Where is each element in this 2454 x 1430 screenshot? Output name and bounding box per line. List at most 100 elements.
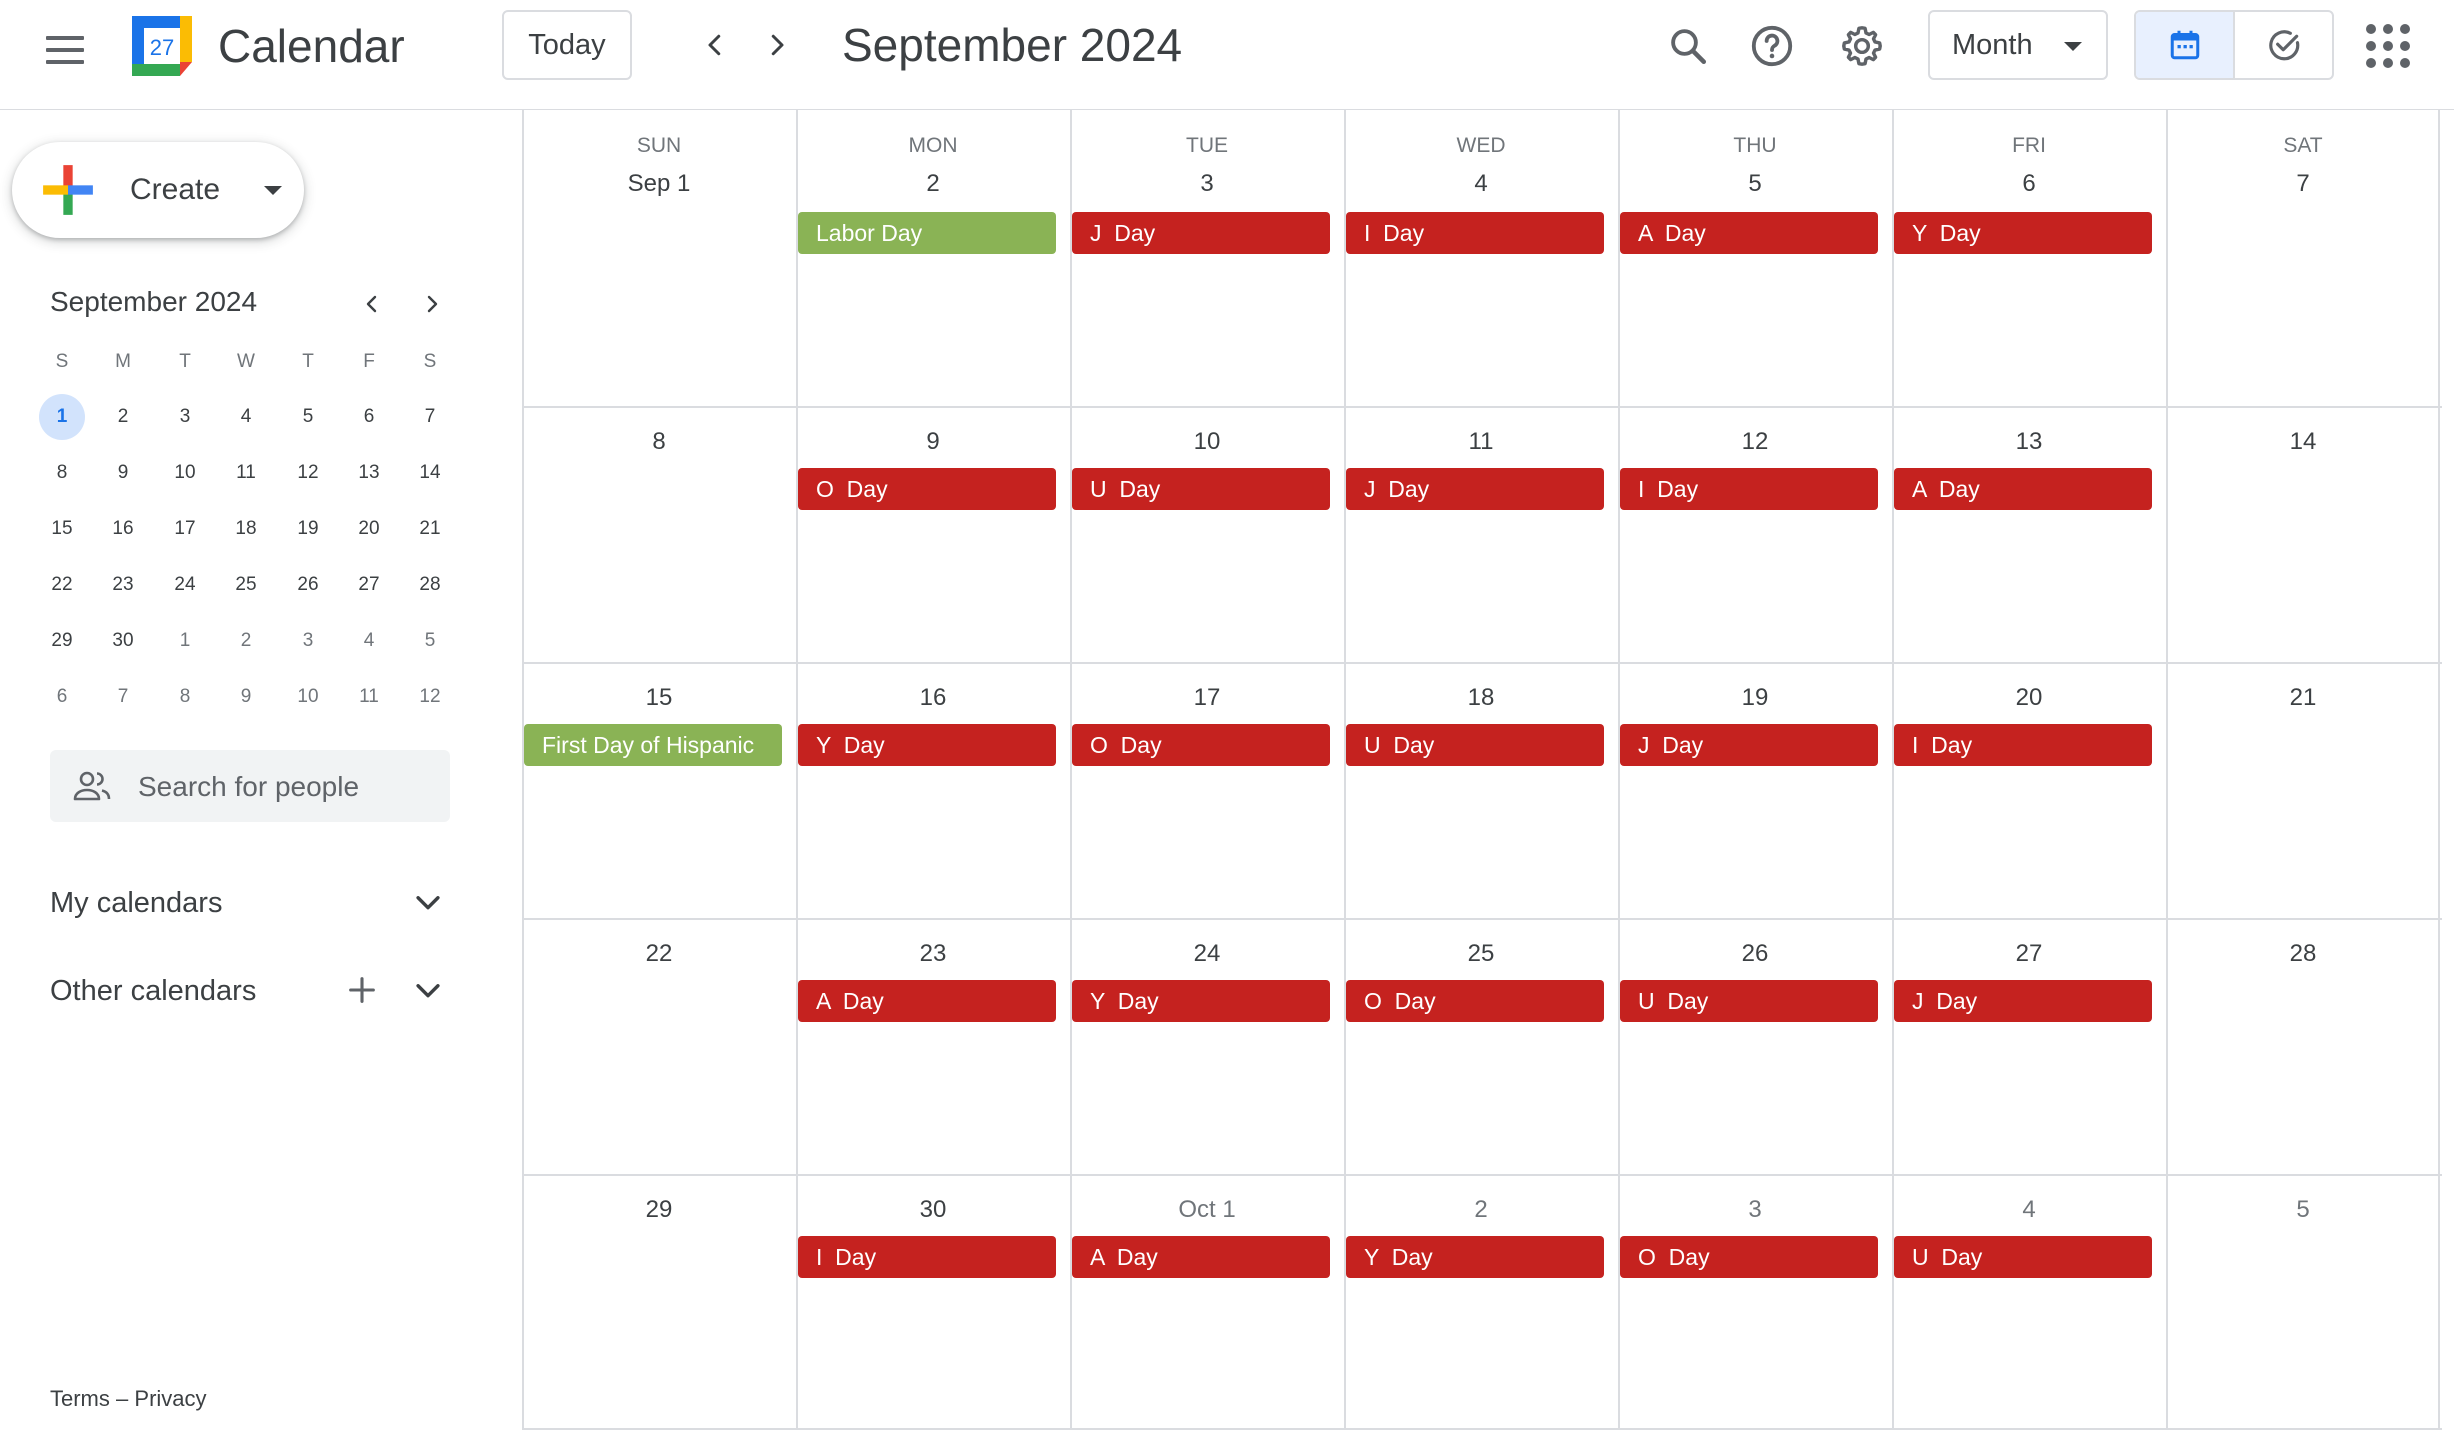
search-button[interactable] [1660,18,1716,74]
mini-calendar-day[interactable]: 6 [346,394,392,440]
mini-calendar-day[interactable]: 28 [407,562,453,608]
event-chip[interactable]: J Day [1894,980,2152,1022]
mini-calendar-prev-button[interactable] [352,284,392,324]
day-number[interactable]: 11 [1344,426,1618,458]
previous-period-button[interactable] [692,22,738,68]
mini-calendar-day[interactable]: 27 [346,562,392,608]
mini-calendar-day[interactable]: 8 [162,674,208,720]
people-search-input[interactable]: Search for people [50,750,450,822]
day-number[interactable]: 4 [1344,168,1618,200]
mini-calendar-day[interactable]: 20 [346,506,392,552]
event-chip[interactable]: I Day [1620,468,1878,510]
day-number[interactable]: 20 [1892,682,2166,714]
event-chip[interactable]: A Day [1620,212,1878,254]
day-number[interactable]: 28 [2166,938,2440,970]
mini-calendar-day[interactable]: 18 [223,506,269,552]
day-number[interactable]: 21 [2166,682,2440,714]
mini-calendar-day[interactable]: 6 [39,674,85,720]
mini-calendar-day[interactable]: 10 [162,450,208,496]
event-chip[interactable]: U Day [1072,468,1330,510]
mini-calendar-day[interactable]: 5 [407,618,453,664]
mini-calendar-day[interactable]: 9 [223,674,269,720]
other-calendars-toggle[interactable]: Other calendars [50,972,256,1010]
mini-calendar-day[interactable]: 16 [100,506,146,552]
day-number[interactable]: 12 [1618,426,1892,458]
event-chip[interactable]: A Day [1894,468,2152,510]
event-chip[interactable]: I Day [798,1236,1056,1278]
mini-calendar-day[interactable]: 13 [346,450,392,496]
mini-calendar-day[interactable]: 30 [100,618,146,664]
event-chip[interactable]: J Day [1346,468,1604,510]
mini-calendar-day[interactable]: 23 [100,562,146,608]
event-chip[interactable]: J Day [1620,724,1878,766]
event-chip[interactable]: U Day [1894,1236,2152,1278]
day-number[interactable]: 5 [2166,1194,2440,1226]
mini-calendar-day[interactable]: 4 [346,618,392,664]
event-chip[interactable]: A Day [798,980,1056,1022]
event-chip[interactable]: I Day [1894,724,2152,766]
event-chip[interactable]: O Day [1620,1236,1878,1278]
mini-calendar-day[interactable]: 12 [407,674,453,720]
mini-calendar-day[interactable]: 14 [407,450,453,496]
event-chip[interactable]: Y Day [1072,980,1330,1022]
other-calendars-expand-button[interactable] [406,968,450,1012]
mini-calendar-day[interactable]: 1 [39,394,85,440]
day-number[interactable]: 3 [1070,168,1344,200]
mini-calendar-day[interactable]: 9 [100,450,146,496]
holiday-event-chip[interactable]: Labor Day [798,212,1056,254]
privacy-link[interactable]: Privacy [134,1386,206,1411]
day-number[interactable]: 10 [1070,426,1344,458]
event-chip[interactable]: Y Day [1346,1236,1604,1278]
event-chip[interactable]: I Day [1346,212,1604,254]
event-chip[interactable]: O Day [798,468,1056,510]
add-other-calendar-button[interactable] [340,968,384,1012]
day-number[interactable]: 18 [1344,682,1618,714]
day-number[interactable]: 6 [1892,168,2166,200]
my-calendars-expand-button[interactable] [406,880,450,924]
mini-calendar-day[interactable]: 19 [285,506,331,552]
day-number[interactable]: 9 [796,426,1070,458]
event-chip[interactable]: U Day [1620,980,1878,1022]
mini-calendar-day[interactable]: 3 [285,618,331,664]
mini-calendar-day[interactable]: 7 [100,674,146,720]
day-number[interactable]: 7 [2166,168,2440,200]
day-number[interactable]: 14 [2166,426,2440,458]
hamburger-menu-icon[interactable] [40,25,90,75]
terms-link[interactable]: Terms [50,1386,110,1411]
mini-calendar-day[interactable]: 11 [346,674,392,720]
mini-calendar-day[interactable]: 26 [285,562,331,608]
day-number[interactable]: 26 [1618,938,1892,970]
mini-calendar-day[interactable]: 12 [285,450,331,496]
day-number[interactable]: 22 [522,938,796,970]
day-number[interactable]: 2 [796,168,1070,200]
mini-calendar-day[interactable]: 29 [39,618,85,664]
mini-calendar-day[interactable]: 7 [407,394,453,440]
calendar-view-toggle[interactable] [2136,12,2235,78]
my-calendars-toggle[interactable]: My calendars [50,884,222,922]
mini-calendar-day[interactable]: 5 [285,394,331,440]
mini-calendar-next-button[interactable] [412,284,452,324]
day-number[interactable]: 4 [1892,1194,2166,1226]
event-chip[interactable]: J Day [1072,212,1330,254]
day-number[interactable]: 3 [1618,1194,1892,1226]
day-number[interactable]: 25 [1344,938,1618,970]
day-number[interactable]: 29 [522,1194,796,1226]
day-number[interactable]: 19 [1618,682,1892,714]
mini-calendar-day[interactable]: 1 [162,618,208,664]
tasks-view-toggle[interactable] [2235,12,2332,78]
mini-calendar-day[interactable]: 22 [39,562,85,608]
event-chip[interactable]: O Day [1346,980,1604,1022]
event-chip[interactable]: Y Day [798,724,1056,766]
day-number[interactable]: 30 [796,1194,1070,1226]
day-number[interactable]: 2 [1344,1194,1618,1226]
mini-calendar-day[interactable]: 11 [223,450,269,496]
mini-calendar-day[interactable]: 2 [100,394,146,440]
day-number[interactable]: 13 [1892,426,2166,458]
view-select-dropdown[interactable]: Month [1928,10,2108,80]
next-period-button[interactable] [754,22,800,68]
event-chip[interactable]: Y Day [1894,212,2152,254]
mini-calendar-day[interactable]: 2 [223,618,269,664]
mini-calendar-day[interactable]: 24 [162,562,208,608]
day-number[interactable]: 15 [522,682,796,714]
mini-calendar-day[interactable]: 3 [162,394,208,440]
